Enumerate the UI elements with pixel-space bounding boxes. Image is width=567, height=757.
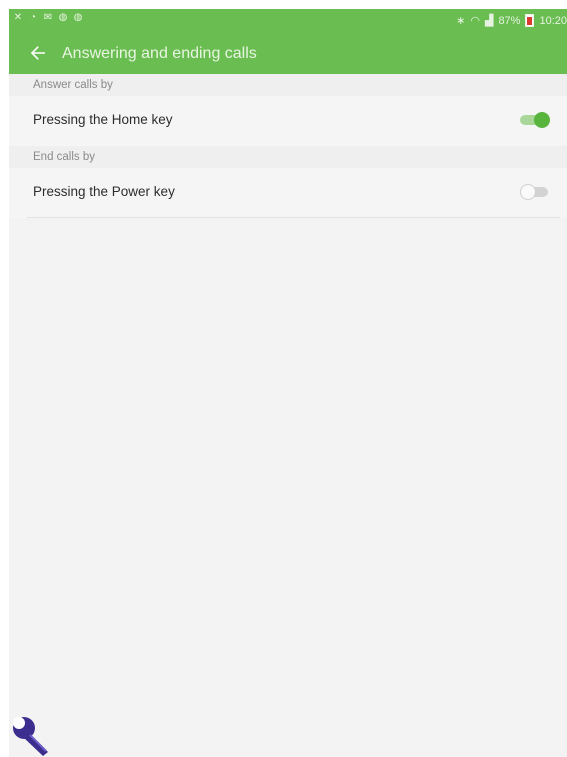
email-icon: ✉ <box>43 12 53 23</box>
row-divider <box>27 217 560 218</box>
settings-screen: ✕ ◔ ✉ ◍ ◍ ∗ ◠ ▟ 87% 10:20 Answering and … <box>9 9 567 757</box>
battery-percent: 87% <box>498 14 521 27</box>
signal-icon: ▟ <box>484 15 494 27</box>
system-status: ∗ ◠ ▟ 87% 10:20 <box>456 14 567 27</box>
section-header-end: End calls by <box>9 146 567 168</box>
app-icon: ◍ <box>58 12 68 23</box>
setting-row-home-key[interactable]: Pressing the Home key <box>9 96 567 146</box>
wrench-icon[interactable] <box>8 713 54 757</box>
missed-call-icon: ✕ <box>13 12 23 23</box>
page-title: Answering and ending calls <box>62 45 257 62</box>
setting-row-power-key[interactable]: Pressing the Power key <box>9 168 567 218</box>
back-arrow-icon[interactable] <box>26 41 50 65</box>
notification-icons: ✕ ◔ ✉ ◍ ◍ <box>13 13 83 23</box>
home-key-toggle[interactable] <box>520 112 550 128</box>
clock: 10:20 <box>539 14 567 27</box>
power-key-toggle[interactable] <box>520 184 550 200</box>
app-icon: ◍ <box>73 12 83 23</box>
wifi-icon: ◠ <box>470 15 480 27</box>
section-header-answer: Answer calls by <box>9 74 567 96</box>
app-bar: Answering and ending calls <box>9 33 567 74</box>
setting-label: Pressing the Power key <box>33 184 175 199</box>
notification-icon: ◔ <box>29 12 37 23</box>
battery-icon <box>525 14 535 27</box>
toggle-thumb <box>534 112 550 128</box>
bluetooth-icon: ∗ <box>456 15 466 27</box>
setting-label: Pressing the Home key <box>33 112 173 127</box>
status-bar: ✕ ◔ ✉ ◍ ◍ ∗ ◠ ▟ 87% 10:20 <box>9 9 567 33</box>
toggle-thumb <box>520 184 536 200</box>
